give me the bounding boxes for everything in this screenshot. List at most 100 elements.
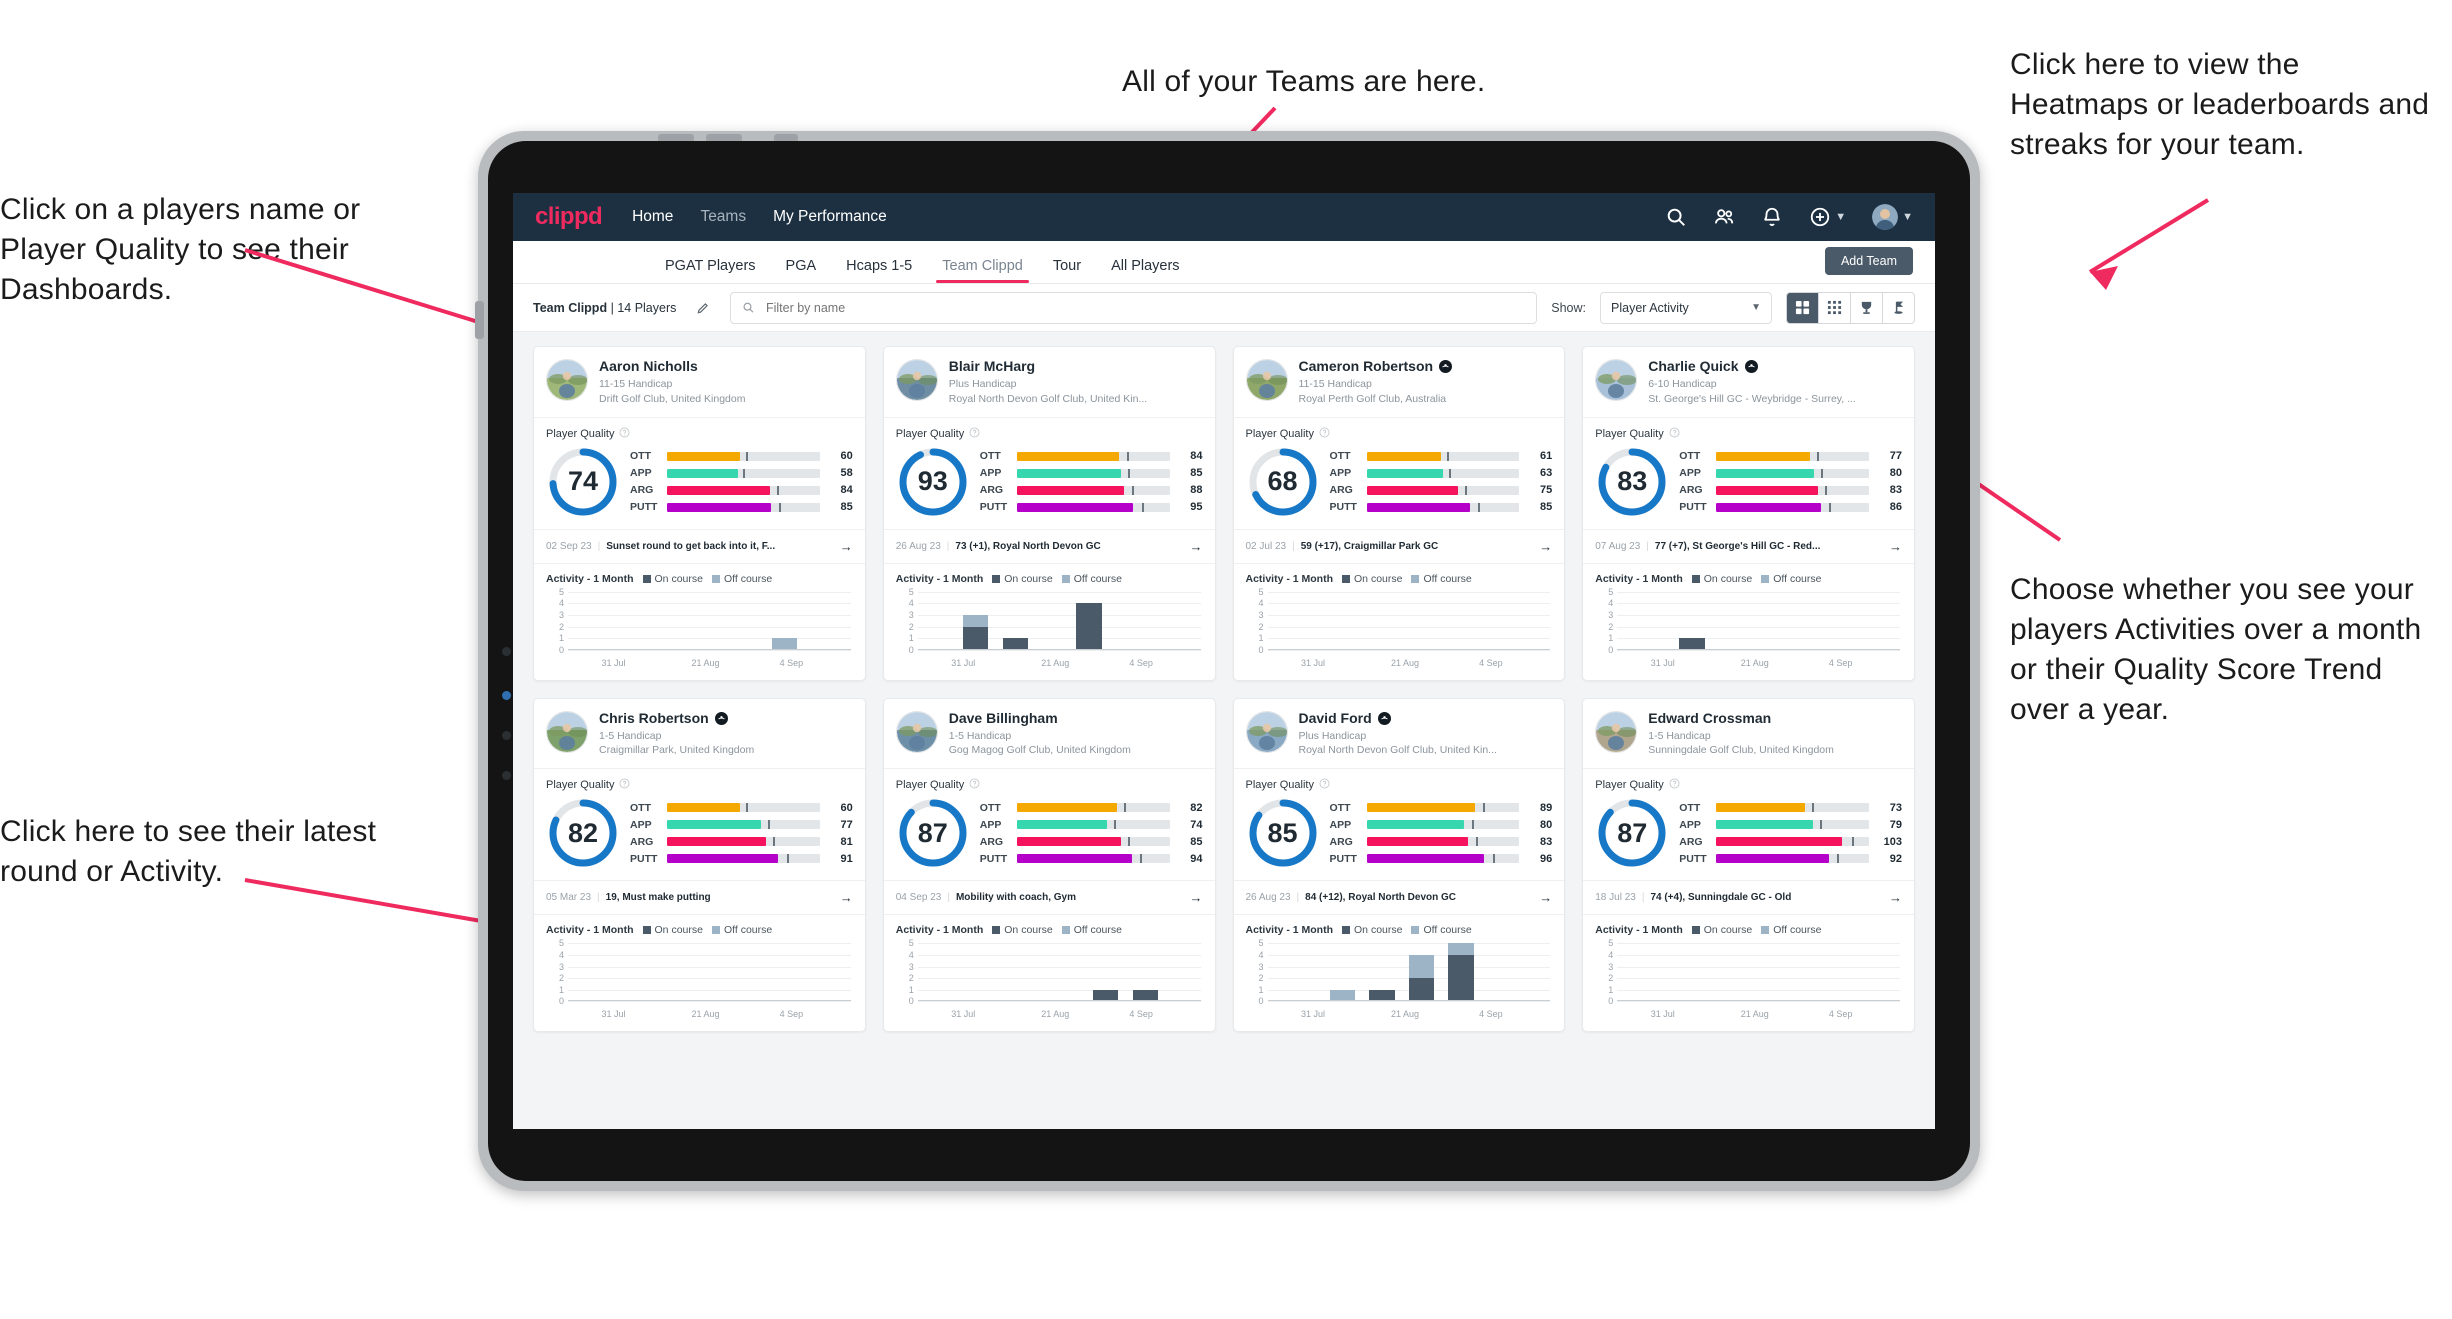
latest-round-separator: |: [1296, 892, 1300, 904]
player-card[interactable]: Chris Robertson 1-5 Handicap Craigmillar…: [533, 697, 866, 1033]
player-card-header[interactable]: Dave Billingham 1-5 Handicap Gog Magog G…: [883, 699, 1215, 770]
latest-round-row[interactable]: 18 Jul 23 | 74 (+4), Sunningdale GC - Ol…: [1583, 880, 1914, 916]
plus-circle-icon[interactable]: ▼: [1809, 206, 1846, 228]
help-icon[interactable]: [1669, 427, 1680, 441]
player-card-header[interactable]: Edward Crossman 1-5 Handicap Sunningdale…: [1583, 699, 1914, 770]
arrow-right-icon[interactable]: →: [1539, 539, 1552, 554]
help-icon[interactable]: [1319, 778, 1330, 792]
player-name[interactable]: Cameron Robertson: [1299, 358, 1453, 374]
player-card[interactable]: Aaron Nicholls 11-15 Handicap Drift Golf…: [533, 346, 866, 681]
clippd-logo[interactable]: clippd: [535, 203, 603, 231]
add-team-button[interactable]: Add Team: [1824, 247, 1913, 275]
player-name[interactable]: David Ford: [1299, 710, 1497, 726]
player-quality-section[interactable]: Player Quality 87 OTT 73 APP 79 ARG 103 …: [1583, 769, 1914, 880]
show-select[interactable]: Player Activity ▼: [1600, 291, 1772, 324]
latest-round-row[interactable]: 07 Aug 23 | 77 (+7), St George's Hill GC…: [1583, 528, 1914, 564]
player-quality-section[interactable]: Player Quality 68 OTT 61 APP 63 ARG 75 P…: [1234, 418, 1565, 529]
x-axis-label: 31 Jul: [1300, 657, 1325, 668]
search-field[interactable]: [730, 291, 1538, 324]
latest-round-row[interactable]: 26 Aug 23 | 84 (+12), Royal North Devon …: [1233, 880, 1565, 916]
avatar[interactable]: ▼: [1872, 204, 1913, 230]
help-icon[interactable]: [1669, 778, 1680, 792]
nav-item-home[interactable]: Home: [632, 208, 673, 226]
side-button-a[interactable]: [475, 301, 484, 339]
help-icon[interactable]: [619, 427, 630, 441]
player-name[interactable]: Charlie Quick: [1648, 358, 1856, 374]
quality-metric-track: [1366, 468, 1520, 478]
player-card-header[interactable]: Cameron Robertson 11-15 Handicap Royal P…: [1233, 347, 1565, 418]
activity-chart: 543210 31 Jul 21 Aug 4 Sep: [1246, 938, 1553, 1021]
cards-view-toggle[interactable]: [1787, 292, 1819, 323]
y-axis-label: 2: [558, 621, 564, 632]
activity-section: Activity - 1 Month On course Off course …: [1234, 915, 1565, 1031]
search-input[interactable]: [763, 299, 1526, 316]
nav-item-my-performance[interactable]: My Performance: [773, 208, 887, 226]
player-card[interactable]: David Ford Plus Handicap Royal North Dev…: [1232, 697, 1566, 1033]
arrow-right-icon[interactable]: →: [1889, 890, 1902, 905]
player-club: Royal North Devon Golf Club, United Kin.…: [948, 392, 1148, 405]
player-quality-section[interactable]: Player Quality 74 OTT 60 APP 58 ARG 84 P…: [534, 418, 865, 529]
player-quality-body: 82 OTT 60 APP 77 ARG 81 PUTT 91: [546, 796, 853, 870]
latest-round-row[interactable]: 02 Sep 23 | Sunset round to get back int…: [534, 528, 865, 564]
player-name[interactable]: Aaron Nicholls: [599, 358, 745, 374]
tab-hcaps-1-5[interactable]: Hcaps 1-5: [846, 241, 912, 283]
player-quality-section[interactable]: Player Quality 85 OTT 89 APP 80 ARG 83 P…: [1234, 769, 1565, 880]
arrow-right-icon[interactable]: →: [1539, 890, 1552, 905]
pencil-icon[interactable]: [690, 295, 716, 321]
latest-round-row[interactable]: 26 Aug 23 | 73 (+1), Royal North Devon G…: [883, 528, 1215, 564]
player-name[interactable]: Chris Robertson: [599, 710, 754, 726]
arrow-right-icon[interactable]: →: [1889, 539, 1902, 554]
player-card[interactable]: Charlie Quick 6-10 Handicap St. George's…: [1582, 346, 1915, 681]
people-icon[interactable]: [1713, 206, 1735, 228]
tab-pgat-players[interactable]: PGAT Players: [665, 241, 756, 283]
player-name[interactable]: Dave Billingham: [949, 710, 1131, 726]
latest-round-row[interactable]: 05 Mar 23 | 19, Must make putting →: [534, 880, 865, 916]
tab-tour[interactable]: Tour: [1053, 241, 1081, 283]
player-card-header[interactable]: Aaron Nicholls 11-15 Handicap Drift Golf…: [534, 347, 865, 418]
quality-metric-marker: [1829, 502, 1832, 512]
arrow-right-icon[interactable]: →: [840, 890, 853, 905]
gridline: [1267, 638, 1551, 640]
player-card-header[interactable]: Charlie Quick 6-10 Handicap St. George's…: [1583, 347, 1914, 418]
quality-metric-label: ARG: [1679, 484, 1703, 497]
player-handicap: 1-5 Handicap: [1648, 730, 1711, 743]
leaderboard-trophy-view-toggle[interactable]: [1851, 292, 1883, 323]
quality-metric-value: 82: [1190, 801, 1203, 814]
grid-view-toggle[interactable]: [1819, 292, 1851, 323]
player-card-header[interactable]: Blair McHarg Plus Handicap Royal North D…: [883, 347, 1215, 418]
player-name[interactable]: Blair McHarg: [949, 358, 1147, 374]
player-card-header[interactable]: Chris Robertson 1-5 Handicap Craigmillar…: [534, 699, 865, 770]
arrow-right-icon[interactable]: →: [1190, 890, 1203, 905]
latest-round-row[interactable]: 02 Jul 23 | 59 (+17), Craigmillar Park G…: [1233, 528, 1565, 564]
player-card[interactable]: Blair McHarg Plus Handicap Royal North D…: [882, 346, 1216, 681]
tab-pga[interactable]: PGA: [786, 241, 817, 283]
tab-team-clippd[interactable]: Team Clippd: [936, 241, 1029, 283]
search-icon[interactable]: [1665, 206, 1687, 228]
activity-plot: [917, 943, 1201, 1003]
arrow-right-icon[interactable]: →: [1190, 539, 1203, 554]
player-quality-section[interactable]: Player Quality 93 OTT 84 APP 85 ARG 88 P…: [884, 418, 1215, 529]
help-icon[interactable]: [1319, 427, 1330, 441]
tab-all-players[interactable]: All Players: [1111, 241, 1180, 283]
player-quality-section[interactable]: Player Quality 82 OTT 60 APP 77 ARG 81 P…: [534, 769, 865, 880]
player-quality-section[interactable]: Player Quality 87 OTT 82 APP 74 ARG 85 P…: [884, 769, 1215, 880]
player-quality-section[interactable]: Player Quality 83 OTT 77 APP 80 ARG 83 P…: [1583, 418, 1914, 529]
quality-score-value: 85: [1267, 817, 1298, 848]
help-icon[interactable]: [969, 427, 980, 441]
help-icon[interactable]: [969, 778, 980, 792]
legend-off-course: Off course: [1061, 924, 1122, 936]
player-card[interactable]: Cameron Robertson 11-15 Handicap Royal P…: [1232, 346, 1566, 681]
x-axis-label: 31 Jul: [951, 657, 976, 668]
arrow-right-icon[interactable]: →: [840, 539, 853, 554]
player-card[interactable]: Edward Crossman 1-5 Handicap Sunningdale…: [1582, 697, 1915, 1033]
latest-round-row[interactable]: 04 Sep 23 | Mobility with coach, Gym →: [883, 880, 1215, 916]
player-name[interactable]: Edward Crossman: [1648, 710, 1834, 726]
heatmap-flag-view-toggle[interactable]: [1883, 292, 1914, 323]
player-card-header[interactable]: David Ford Plus Handicap Royal North Dev…: [1233, 699, 1565, 770]
gridline: [917, 943, 1201, 945]
player-card[interactable]: Dave Billingham 1-5 Handicap Gog Magog G…: [882, 697, 1216, 1033]
nav-item-teams[interactable]: Teams: [700, 208, 746, 226]
bell-icon[interactable]: [1761, 206, 1783, 228]
quality-metric-track: [667, 451, 820, 461]
help-icon[interactable]: [619, 778, 630, 792]
